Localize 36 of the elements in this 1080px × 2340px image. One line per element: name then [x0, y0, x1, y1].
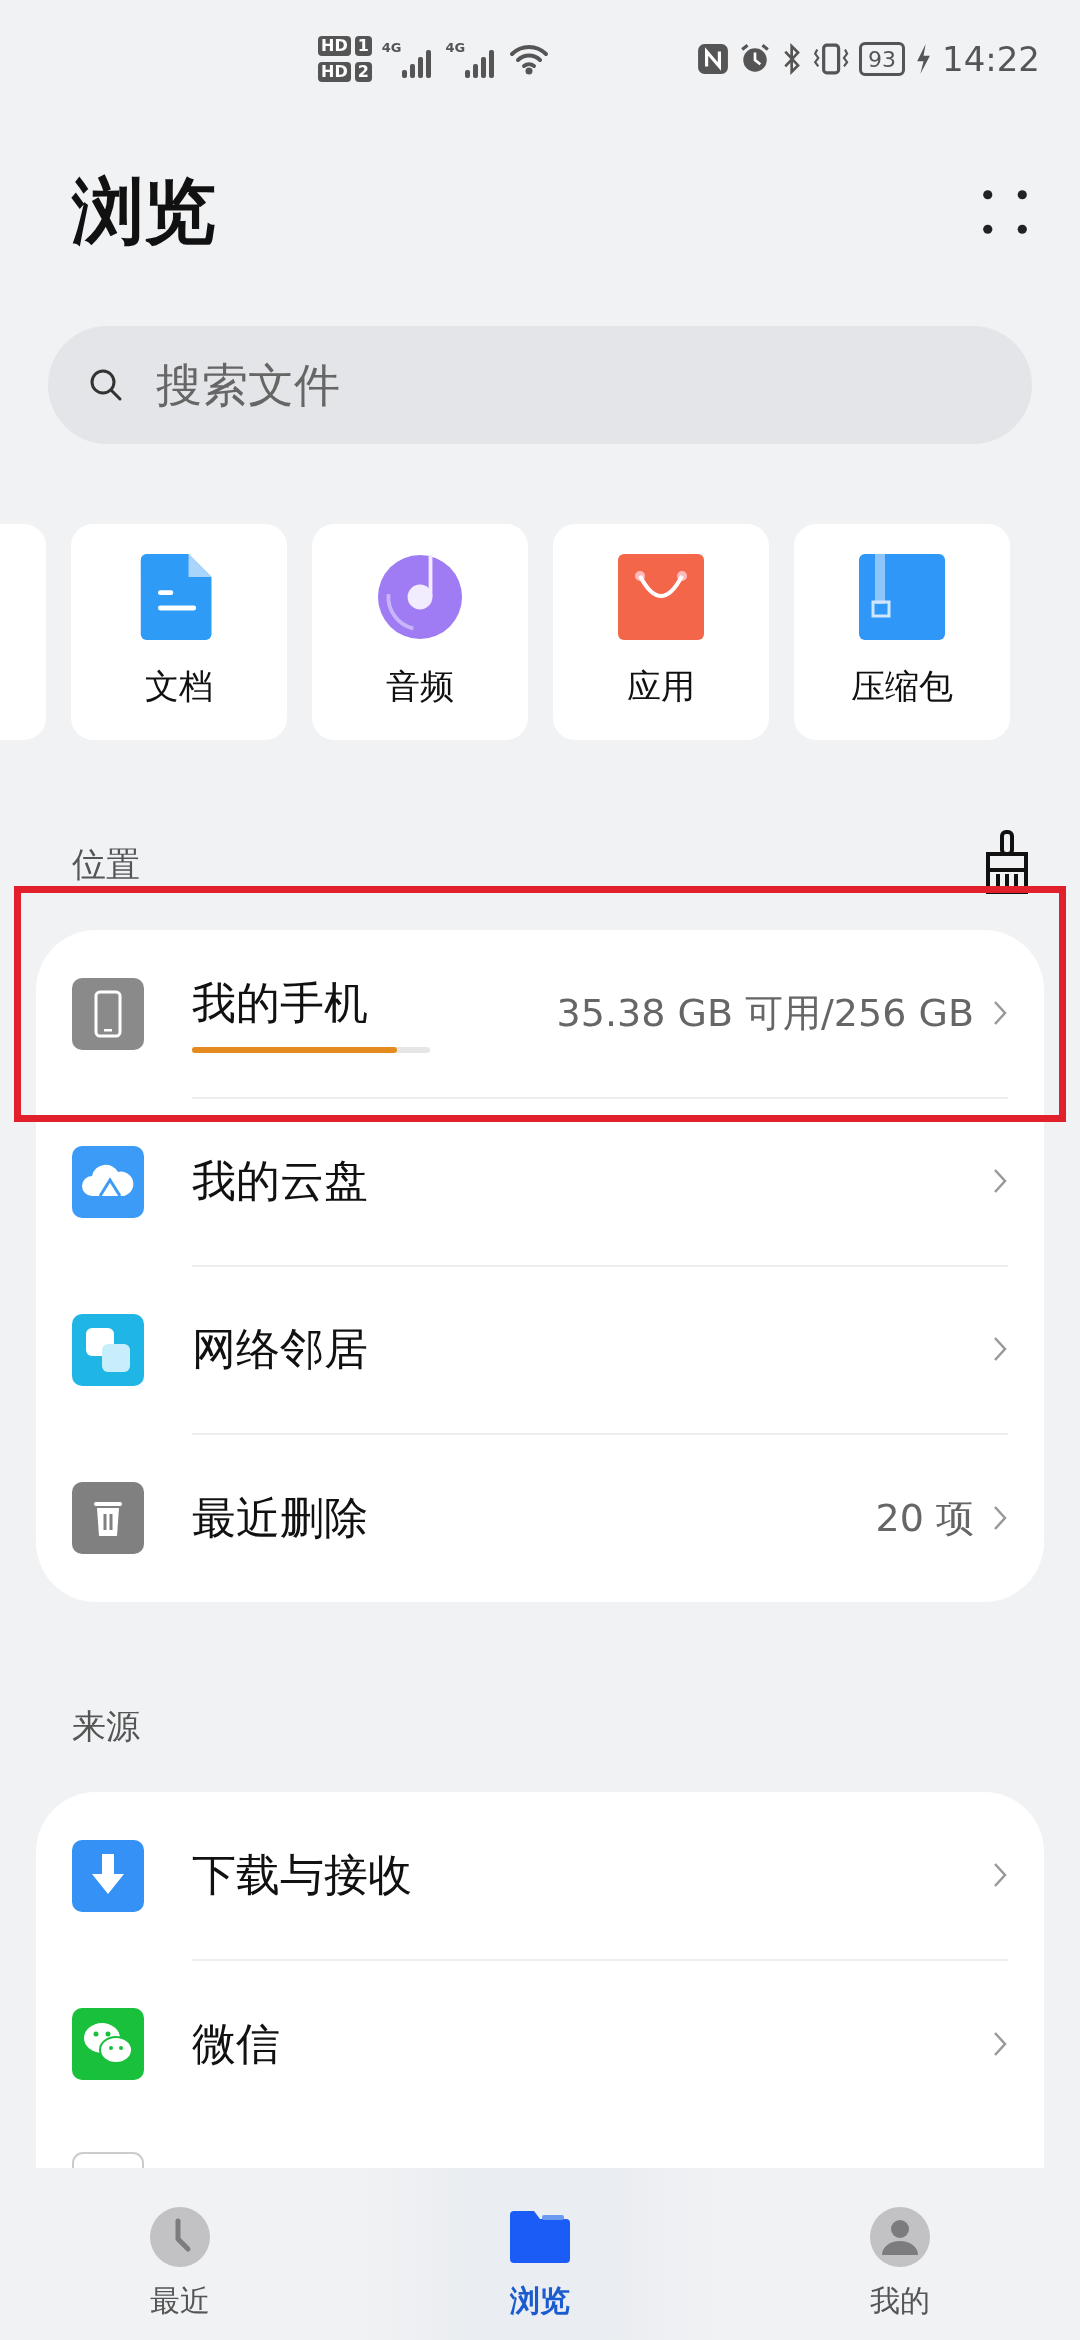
page-title: 浏览	[72, 168, 216, 255]
sim-badge: HD	[318, 62, 351, 82]
category-tile[interactable]: 压缩包	[794, 524, 1010, 740]
nav-tab[interactable]: 最近	[0, 2168, 360, 2340]
section-title: 位置	[72, 843, 140, 886]
list-row[interactable]: 网络邻居	[72, 1266, 1008, 1434]
sim-badge: HD	[318, 36, 351, 56]
row-detail: 35.38 GB 可用/256 GB	[556, 989, 974, 1037]
network-type: 4G	[381, 40, 402, 55]
row-detail: 20 项	[875, 1494, 974, 1542]
network-type: 4G	[445, 40, 466, 55]
category-label: 音频	[386, 665, 454, 708]
row-label: 网络邻居	[192, 1321, 369, 1376]
category-tile[interactable]: 音频	[312, 524, 528, 740]
list-row[interactable]: 下载与接收	[72, 1792, 1008, 1960]
category-label: 应用	[627, 665, 695, 708]
row-label: 我的手机	[192, 975, 369, 1030]
list-row[interactable]: 我的手机 35.38 GB 可用/256 GB	[72, 930, 1008, 1098]
search-field[interactable]: 搜索文件	[48, 326, 1032, 444]
row-label: 最近删除	[192, 1490, 369, 1545]
sim-slot: 1	[354, 36, 372, 56]
battery-icon: 93	[858, 42, 905, 76]
category-label: 压缩包	[851, 665, 953, 708]
nav-tab[interactable]: 我的	[720, 2168, 1080, 2340]
list-row[interactable]: 最近删除 20 项	[72, 1434, 1008, 1602]
section-title: 来源	[72, 1705, 140, 1748]
category-tile[interactable]: 应用	[553, 524, 769, 740]
row-label: 微信	[192, 2016, 281, 2071]
row-label: 我的云盘	[192, 1153, 369, 1208]
category-label: 文档	[145, 665, 213, 708]
sim-slot: 2	[354, 62, 372, 82]
row-label: 下载与接收	[192, 1847, 413, 1902]
list-row[interactable]: 我的云盘	[72, 1098, 1008, 1266]
list-row[interactable]: 微信	[72, 1960, 1008, 2128]
category-tile[interactable]: 文档	[71, 524, 287, 740]
clock: 14:22	[942, 39, 1040, 79]
